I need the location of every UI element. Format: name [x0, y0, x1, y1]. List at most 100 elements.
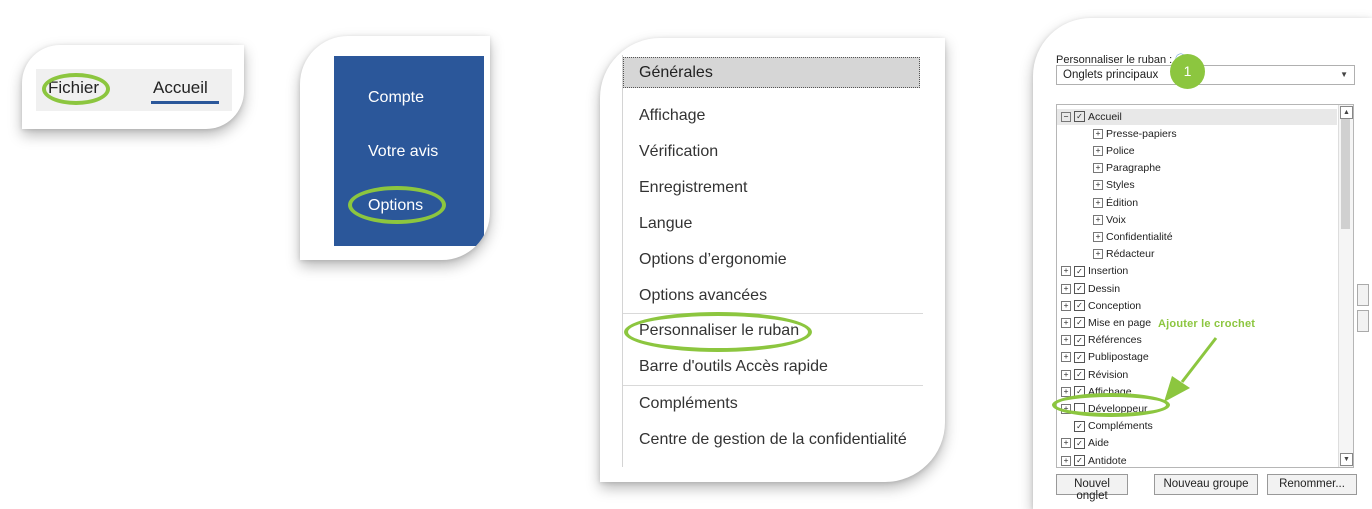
divider	[623, 313, 923, 314]
chevron-down-icon: ▼	[1340, 70, 1348, 79]
tree-row[interactable]: + Voix	[1093, 213, 1126, 226]
category-add-ins[interactable]: Compléments	[639, 395, 738, 413]
tab-checkbox[interactable]: ✓	[1074, 369, 1085, 380]
category-advanced[interactable]: Options avancées	[639, 287, 767, 305]
options-category-list: Générales Affichage Vérification Enregis…	[622, 55, 923, 467]
expand-icon[interactable]: +	[1093, 231, 1103, 242]
tree-row-label: Conception	[1088, 299, 1142, 312]
tab-checkbox[interactable]: ✓	[1074, 317, 1085, 329]
tab-checkbox[interactable]	[1074, 403, 1085, 415]
tree-row-label: Antidote	[1088, 454, 1127, 467]
backstage-item-account[interactable]: Compte	[368, 89, 424, 107]
ribbon-tabs-tree: ▲ ▼ − ✓ Accueil + Presse-papiers + Police + Para…	[1056, 104, 1354, 468]
rename-button[interactable]: Renommer...	[1267, 474, 1357, 495]
expand-icon[interactable]: +	[1061, 335, 1071, 346]
tab-checkbox[interactable]: ✓	[1074, 265, 1085, 277]
expand-icon[interactable]: +	[1093, 145, 1103, 156]
tree-row[interactable]: + ✓ Conception	[1061, 299, 1141, 312]
tree-row[interactable]: + ✓ Insertion	[1061, 265, 1128, 278]
expand-icon[interactable]: +	[1061, 403, 1071, 414]
expand-icon[interactable]: +	[1061, 300, 1071, 311]
tree-row[interactable]: + ✓ Dessin	[1061, 282, 1120, 295]
expand-icon[interactable]: +	[1061, 386, 1071, 397]
tree-row[interactable]: + ✓ Aide	[1061, 437, 1109, 450]
collapse-icon[interactable]: −	[1061, 111, 1071, 122]
annotation-label: Ajouter le crochet	[1158, 318, 1256, 330]
divider	[623, 385, 923, 386]
tree-scrollbar[interactable]: ▲ ▼	[1338, 105, 1353, 467]
active-tab-underline	[151, 101, 219, 104]
tree-row-label: Mise en page	[1088, 316, 1152, 329]
expand-icon[interactable]: +	[1093, 180, 1103, 191]
category-proofing[interactable]: Vérification	[639, 143, 718, 161]
scrollbar-thumb[interactable]	[1341, 119, 1350, 229]
customize-ribbon-panel: Personnaliser le ruban : ⓘ Onglets princ…	[1033, 18, 1372, 509]
tab-home[interactable]: Accueil	[153, 78, 208, 98]
tree-row[interactable]: + Édition	[1093, 196, 1138, 209]
category-customize-ribbon[interactable]: Personnaliser le ruban	[639, 322, 799, 340]
tree-row-label: Voix	[1106, 213, 1126, 226]
tree-row[interactable]: + Styles	[1093, 179, 1135, 192]
tree-row-label: Police	[1106, 144, 1135, 157]
expand-icon[interactable]: +	[1093, 197, 1103, 208]
options-categories-panel: Générales Affichage Vérification Enregis…	[600, 38, 945, 482]
dropdown-value: Onglets principaux	[1063, 69, 1159, 81]
tab-checkbox[interactable]: ✓	[1074, 111, 1085, 122]
tree-row-label: Rédacteur	[1106, 248, 1155, 261]
tree-row-label: Compléments	[1088, 420, 1153, 433]
expand-icon[interactable]: +	[1093, 128, 1103, 139]
tree-row[interactable]: − ✓ Accueil	[1061, 110, 1122, 123]
tab-checkbox[interactable]: ✓	[1074, 386, 1085, 398]
tree-row[interactable]: + Paragraphe	[1093, 162, 1161, 175]
backstage-item-options[interactable]: Options	[368, 197, 423, 215]
tree-row[interactable]: + Police	[1093, 144, 1135, 157]
tree-row[interactable]: + ✓ Mise en page	[1061, 316, 1151, 329]
category-accessibility[interactable]: Options d’ergonomie	[639, 251, 787, 269]
tab-file[interactable]: Fichier	[48, 78, 99, 98]
tab-checkbox[interactable]: ✓	[1074, 420, 1085, 432]
tab-checkbox[interactable]: ✓	[1074, 334, 1085, 346]
category-general[interactable]: Générales	[639, 64, 713, 82]
ribbon-tabs-dropdown[interactable]: Onglets principaux ▼	[1056, 65, 1355, 85]
category-trust-center[interactable]: Centre de gestion de la confidentialité	[639, 431, 907, 449]
expand-icon[interactable]: +	[1093, 163, 1103, 174]
tree-row-label: Édition	[1106, 196, 1139, 209]
tab-checkbox[interactable]: ✓	[1074, 300, 1085, 312]
move-down-button[interactable]	[1357, 310, 1369, 332]
move-up-button[interactable]	[1357, 284, 1369, 306]
expand-icon[interactable]: +	[1061, 438, 1071, 449]
tab-checkbox[interactable]: ✓	[1074, 455, 1085, 466]
scroll-down-arrow[interactable]: ▼	[1340, 453, 1353, 466]
category-language[interactable]: Langue	[639, 215, 692, 233]
tree-row[interactable]: + ✓ Révision	[1061, 368, 1128, 381]
category-display[interactable]: Affichage	[639, 107, 705, 125]
tree-row-label: Styles	[1106, 179, 1135, 192]
expand-icon[interactable]: +	[1061, 283, 1071, 294]
tree-row[interactable]: + ✓ Antidote	[1061, 454, 1127, 467]
step-badge: 1	[1170, 54, 1205, 89]
expand-icon[interactable]: +	[1061, 455, 1071, 466]
category-save[interactable]: Enregistrement	[639, 179, 748, 197]
tree-row[interactable]: + Rédacteur	[1093, 248, 1154, 261]
expand-icon[interactable]: +	[1061, 352, 1071, 363]
tree-row[interactable]: + Presse-papiers	[1093, 127, 1177, 140]
tab-checkbox[interactable]: ✓	[1074, 351, 1085, 363]
tree-row-label: Aide	[1088, 437, 1110, 450]
tree-row[interactable]: + Confidentialité	[1093, 230, 1173, 243]
backstage-item-feedback[interactable]: Votre avis	[368, 143, 438, 161]
scroll-up-arrow[interactable]: ▲	[1340, 106, 1353, 119]
new-tab-button[interactable]: Nouvel onglet	[1056, 474, 1128, 502]
tree-row-label: Presse-papiers	[1106, 127, 1177, 140]
tab-checkbox[interactable]: ✓	[1074, 437, 1085, 449]
expand-icon[interactable]: +	[1061, 266, 1071, 277]
expand-icon[interactable]: +	[1093, 214, 1103, 225]
expand-icon[interactable]: +	[1061, 369, 1071, 380]
expand-icon[interactable]: +	[1061, 317, 1071, 328]
category-quick-access-toolbar[interactable]: Barre d'outils Accès rapide	[639, 358, 828, 376]
tree-row[interactable]: ✓ Compléments	[1061, 420, 1153, 433]
expand-icon[interactable]: +	[1093, 249, 1103, 260]
tab-checkbox[interactable]: ✓	[1074, 283, 1085, 294]
backstage-sidebar: Compte Votre avis Options	[334, 56, 484, 246]
tree-row-label: Dessin	[1088, 282, 1121, 295]
new-group-button[interactable]: Nouveau groupe	[1154, 474, 1258, 495]
